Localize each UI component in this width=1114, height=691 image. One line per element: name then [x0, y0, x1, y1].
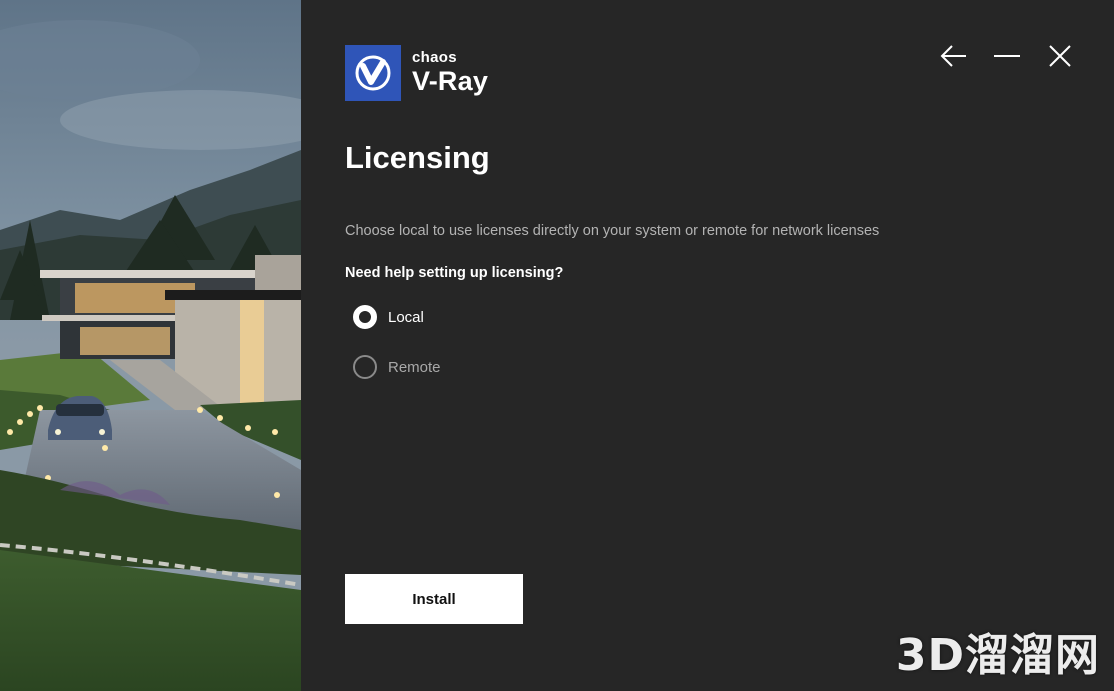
remote-radio-button[interactable] [353, 355, 377, 379]
local-radio-label: Local [388, 308, 424, 326]
minimize-icon[interactable] [993, 44, 1021, 68]
licensing-help-link[interactable]: Need help setting up licensing? [345, 265, 563, 281]
local-radio-button[interactable] [353, 305, 377, 329]
remote-radio-label: Remote [388, 358, 441, 376]
vray-logo-mark-icon [345, 45, 401, 101]
vray-logo: chaos V-Ray [345, 45, 488, 101]
logo-text: chaos V-Ray [412, 45, 488, 96]
page-description: Choose local to use licenses directly on… [345, 223, 880, 239]
install-button[interactable]: Install [345, 574, 523, 624]
page-title: Licensing [345, 140, 490, 175]
hero-image [0, 0, 301, 691]
back-arrow-icon[interactable] [940, 44, 968, 68]
local-license-option[interactable]: Local [353, 305, 424, 329]
watermark-text: 3D溜溜网 [895, 630, 1100, 681]
window-controls [940, 44, 1074, 68]
logo-product-name: V-Ray [412, 66, 489, 96]
close-icon[interactable] [1046, 44, 1074, 68]
logo-company-name: chaos [412, 49, 457, 66]
installer-panel: chaos V-Ray Licensing Choose local to us… [301, 0, 1114, 691]
remote-license-option[interactable]: Remote [353, 355, 441, 379]
